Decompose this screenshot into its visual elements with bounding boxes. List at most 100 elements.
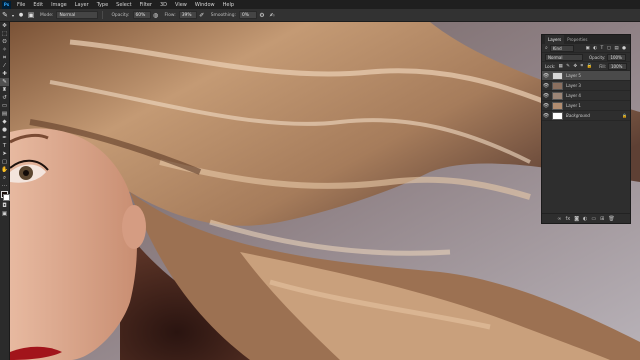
layer-row-layer-5[interactable]: 👁 Layer 5 xyxy=(542,71,630,81)
pressure-size-icon[interactable]: ✍ xyxy=(267,12,277,19)
menu-3d[interactable]: 3D xyxy=(156,2,171,8)
lasso-icon[interactable]: ʘ xyxy=(0,38,9,46)
rectangle-icon[interactable]: ▢ xyxy=(0,158,9,166)
flow-label: Flow: xyxy=(164,12,176,18)
fill-label: Fill: xyxy=(599,63,606,69)
layer-kind-select[interactable]: Kind xyxy=(549,44,574,52)
link-layers-icon[interactable]: ∞ xyxy=(557,216,561,222)
clone-stamp-icon[interactable]: ♜ xyxy=(0,86,9,94)
photoshop-logo-icon[interactable]: Ps xyxy=(2,0,11,9)
tab-layers[interactable]: Layers xyxy=(545,35,565,44)
layer-thumbnail xyxy=(552,101,563,110)
blend-mode-select[interactable]: Normal xyxy=(545,53,583,61)
blend-row: Normal Opacity: 100% xyxy=(542,53,630,62)
history-brush-icon[interactable]: ↺ xyxy=(0,94,9,102)
pressure-opacity-icon[interactable]: ◍ xyxy=(151,12,161,19)
delete-layer-icon[interactable]: 🗑 xyxy=(608,216,614,222)
visibility-eye-icon[interactable]: 👁 xyxy=(542,83,550,89)
more-tools-icon[interactable]: ⋯ xyxy=(0,182,9,190)
screen-mode-icon[interactable]: ▣ xyxy=(0,210,9,218)
layer-kind-value: Kind xyxy=(552,45,562,51)
smoothing-options-gear-icon[interactable]: ⚙ xyxy=(257,12,267,19)
background-color-swatch[interactable] xyxy=(3,194,10,201)
layer-thumbnail xyxy=(552,111,563,120)
layer-opacity-field[interactable]: 100% xyxy=(607,53,627,61)
layer-filter-row: ⌕ Kind ▣ ◐ T ▢ ▤ ● xyxy=(542,44,630,53)
layer-thumbnail xyxy=(552,91,563,100)
visibility-eye-icon[interactable]: 👁 xyxy=(542,93,550,99)
mode-select[interactable]: Normal xyxy=(56,11,99,19)
brush-tool-preset-icon[interactable]: ✎ xyxy=(0,11,10,19)
layer-name: Layer 3 xyxy=(566,83,581,88)
layers-panel-footer: ∞ fx ◙ ◐ ▭ ⊞ 🗑 xyxy=(542,213,630,223)
zoom-icon[interactable]: ⌕ xyxy=(0,174,9,182)
type-icon[interactable]: T xyxy=(0,142,9,150)
menu-type[interactable]: Type xyxy=(93,2,112,8)
color-swatches[interactable] xyxy=(0,190,10,202)
layer-row-background[interactable]: 👁 Background 🔒 xyxy=(542,111,630,121)
tools-panel: ✥ ⬚ ʘ ✧ ⌗ ⁄ ✚ ✎ ♜ ↺ ▭ ▤ ◆ ● ✒ T ➤ ▢ ✋ ⌕ … xyxy=(0,22,10,360)
panel-tabs: Layers Properties xyxy=(542,35,630,44)
layer-row-layer-3[interactable]: 👁 Layer 3 xyxy=(542,81,630,91)
new-group-icon[interactable]: ▭ xyxy=(591,216,596,222)
menu-window[interactable]: Window xyxy=(191,2,219,8)
eyedropper-icon[interactable]: ⁄ xyxy=(0,62,9,70)
layer-name: Layer 1 xyxy=(566,103,581,108)
brush-settings-icon[interactable]: ▣ xyxy=(26,11,36,19)
lock-row: Lock: ▦ ✎ ✥ ⌗ 🔒 Fill: 100% xyxy=(542,62,630,71)
lock-options-icons[interactable]: ▦ ✎ ✥ ⌗ 🔒 xyxy=(558,63,593,69)
visibility-eye-icon[interactable]: 👁 xyxy=(542,103,550,109)
gradient-icon[interactable]: ▤ xyxy=(0,110,9,118)
move-icon[interactable]: ✥ xyxy=(0,22,9,30)
quick-mask-icon[interactable]: ◘ xyxy=(0,202,9,210)
fill-field[interactable]: 100% xyxy=(608,62,627,70)
brush-icon[interactable]: ✎ xyxy=(0,78,9,86)
menu-edit[interactable]: Edit xyxy=(29,2,47,8)
opacity-label: Opacity: xyxy=(111,12,130,18)
menu-image[interactable]: Image xyxy=(47,2,71,8)
pen-icon[interactable]: ✒ xyxy=(0,134,9,142)
new-layer-icon[interactable]: ⊞ xyxy=(600,216,604,222)
layer-name: Layer 5 xyxy=(566,73,581,78)
menu-file[interactable]: File xyxy=(13,2,29,8)
opacity-value: 60% xyxy=(135,12,146,18)
dodge-icon[interactable]: ● xyxy=(0,126,9,134)
menu-filter[interactable]: Filter xyxy=(136,2,156,8)
menu-bar: Ps File Edit Image Layer Type Select Fil… xyxy=(0,0,640,9)
menu-layer[interactable]: Layer xyxy=(71,2,93,8)
flow-value: 39% xyxy=(181,12,192,18)
healing-icon[interactable]: ✚ xyxy=(0,70,9,78)
menu-select[interactable]: Select xyxy=(112,2,135,8)
blur-icon[interactable]: ◆ xyxy=(0,118,9,126)
fill-value: 100% xyxy=(611,63,623,69)
brush-size-icon[interactable]: ● xyxy=(16,12,26,18)
layer-thumbnail xyxy=(552,81,563,90)
marquee-icon[interactable]: ⬚ xyxy=(0,30,9,38)
quick-select-icon[interactable]: ✧ xyxy=(0,46,9,54)
layer-row-layer-1[interactable]: 👁 Layer 1 xyxy=(542,101,630,111)
eraser-icon[interactable]: ▭ xyxy=(0,102,9,110)
layer-row-layer-4[interactable]: 👁 Layer 4 xyxy=(542,91,630,101)
hand-icon[interactable]: ✋ xyxy=(0,166,9,174)
mode-label: Mode: xyxy=(40,12,54,18)
lock-icon: 🔒 xyxy=(622,113,627,118)
tab-properties[interactable]: Properties xyxy=(564,37,590,42)
flow-field[interactable]: 39% xyxy=(178,11,197,19)
menu-view[interactable]: View xyxy=(171,2,191,8)
add-mask-icon[interactable]: ◙ xyxy=(574,216,579,222)
opacity-field[interactable]: 60% xyxy=(132,11,151,19)
smoothing-field[interactable]: 0% xyxy=(238,11,257,19)
search-icon: ⌕ xyxy=(545,45,548,51)
mode-value: Normal xyxy=(59,12,76,18)
crop-icon[interactable]: ⌗ xyxy=(0,54,9,62)
adjustment-layer-icon[interactable]: ◐ xyxy=(583,216,587,222)
airbrush-icon[interactable]: ✐ xyxy=(197,12,207,19)
layer-style-icon[interactable]: fx xyxy=(565,216,570,222)
visibility-eye-icon[interactable]: 👁 xyxy=(542,113,550,119)
menu-help[interactable]: Help xyxy=(219,2,238,8)
visibility-eye-icon[interactable]: 👁 xyxy=(542,73,550,79)
layer-thumbnail xyxy=(552,71,563,80)
blend-mode-value: Normal xyxy=(548,54,563,60)
layer-filter-icons[interactable]: ▣ ◐ T ▢ ▤ ● xyxy=(585,46,627,51)
path-select-icon[interactable]: ➤ xyxy=(0,150,9,158)
